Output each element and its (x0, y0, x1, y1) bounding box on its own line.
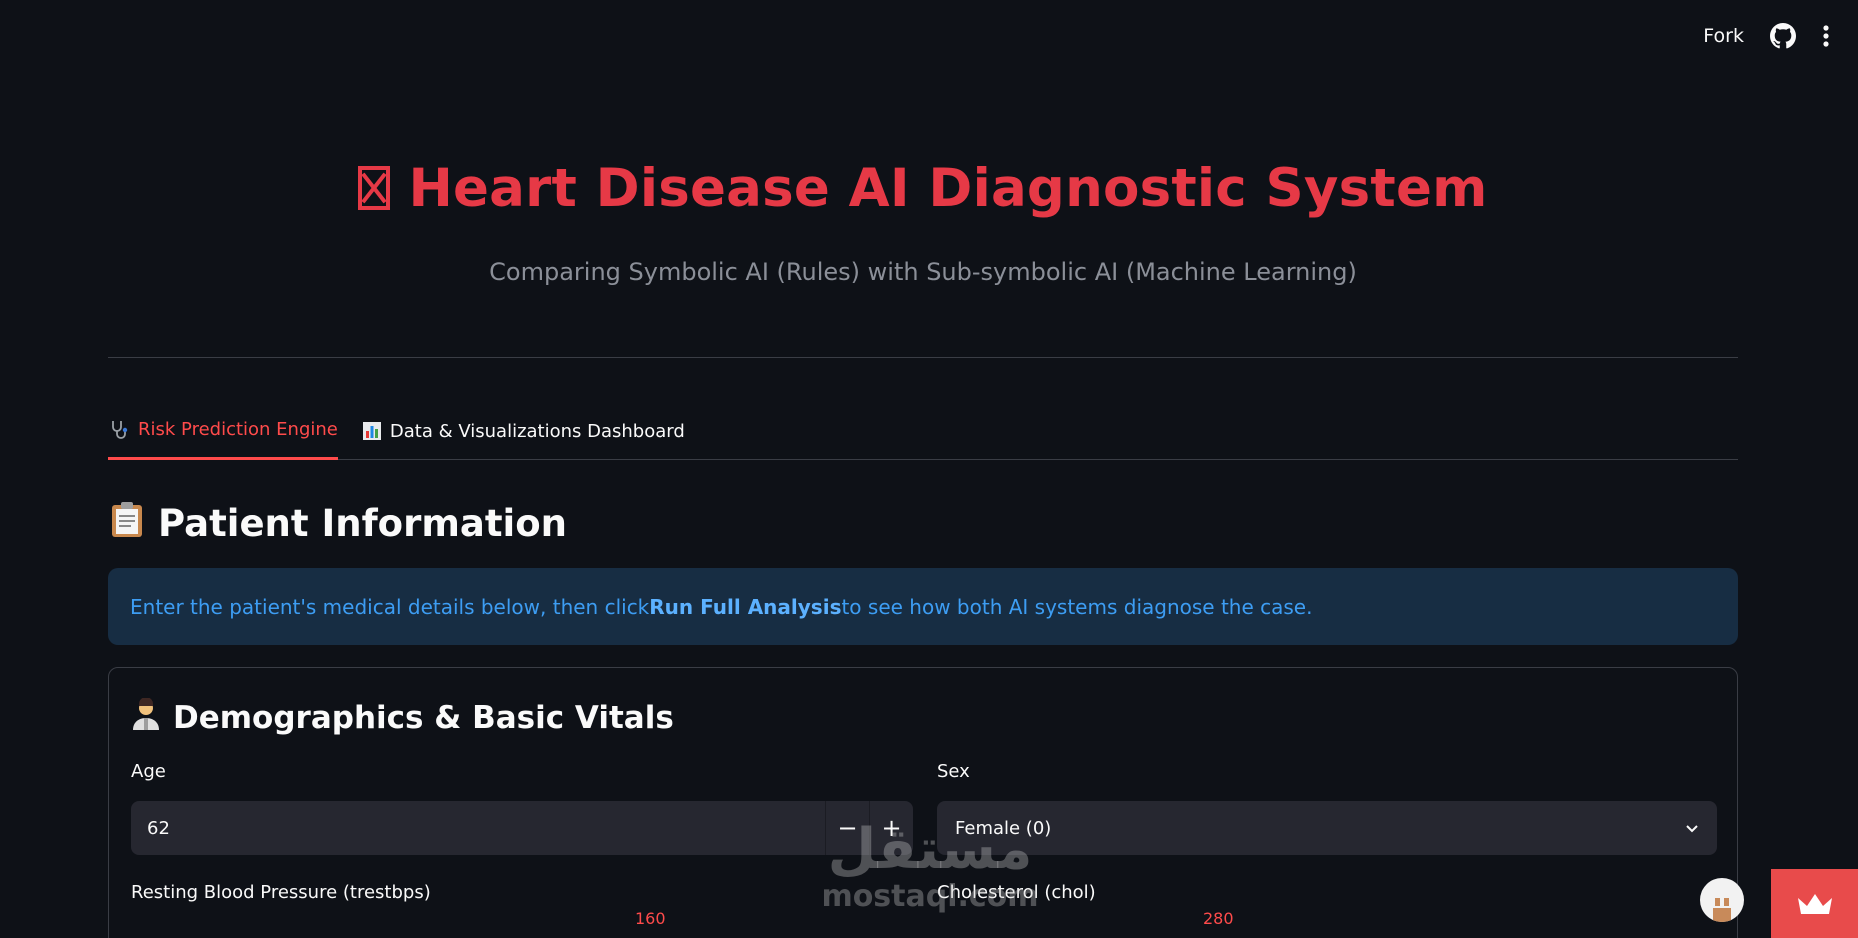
stethoscope-icon (108, 419, 130, 441)
fork-button[interactable]: Fork (1703, 25, 1744, 47)
chol-slider-value: 280 (1203, 909, 1234, 928)
chat-avatar-button[interactable] (1700, 878, 1744, 922)
divider (108, 357, 1738, 358)
sex-select[interactable]: Female (0) (937, 801, 1717, 855)
chol-label: Cholesterol (chol) (937, 882, 1096, 903)
chevron-down-icon (1685, 818, 1699, 839)
crown-promo-button[interactable] (1771, 869, 1858, 938)
top-toolbar: Fork (1703, 0, 1858, 72)
trestbps-slider-value: 160 (635, 909, 666, 928)
person-icon (1713, 898, 1731, 922)
card-title: Demographics & Basic Vitals (131, 697, 674, 738)
run-analysis-hint: Run Full Analysis (649, 594, 842, 619)
tab-risk-prediction-engine[interactable]: Risk Prediction Engine (108, 408, 338, 460)
age-increment-button[interactable]: + (869, 801, 913, 855)
tab-label: Data & Visualizations Dashboard (389, 420, 685, 442)
age-decrement-button[interactable]: − (825, 801, 869, 855)
tab-label: Risk Prediction Engine (138, 419, 338, 440)
clipboard-icon (110, 500, 144, 547)
age-input[interactable]: 62 (131, 818, 825, 839)
github-icon[interactable] (1770, 23, 1796, 49)
sex-selected-value: Female (0) (955, 817, 1052, 839)
trestbps-label: Resting Blood Pressure (trestbps) (131, 882, 431, 903)
section-title: Patient Information (110, 500, 567, 547)
tab-bar: Risk Prediction Engine Data & Visualizat… (108, 408, 1738, 460)
kebab-menu-icon[interactable] (1822, 24, 1830, 48)
page-title: Heart Disease AI Diagnostic System (108, 158, 1738, 219)
info-alert: Enter the patient's medical details belo… (108, 568, 1738, 645)
tab-data-visualizations-dashboard[interactable]: Data & Visualizations Dashboard (362, 408, 685, 460)
crown-icon (1797, 893, 1832, 914)
page-subtitle: Comparing Symbolic AI (Rules) with Sub-s… (489, 258, 1357, 286)
missing-glyph-icon (358, 166, 391, 210)
bar-chart-icon (362, 421, 382, 441)
sex-label: Sex (937, 761, 970, 782)
demographics-card: Demographics & Basic Vitals Age 62 − + S… (108, 667, 1738, 938)
doctor-icon (131, 697, 161, 738)
age-label: Age (131, 761, 166, 782)
age-number-input: 62 − + (131, 801, 913, 855)
